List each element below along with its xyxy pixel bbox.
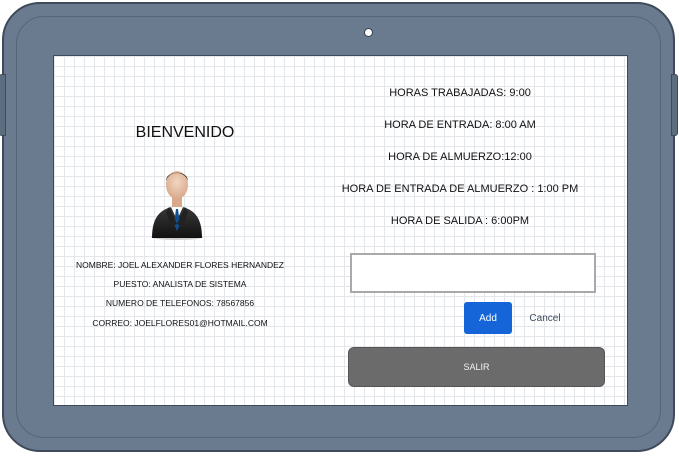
side-button-left: [0, 74, 6, 136]
side-button-right: [671, 74, 678, 136]
screen: BIENVENIDO NOMBRE: JOEL ALEXANDER FLORES…: [53, 55, 628, 406]
hora-entrada-almuerzo: HORA DE ENTRADA DE ALMUERZO : 1:00 PM: [341, 183, 579, 195]
salir-button[interactable]: SALIR: [348, 347, 605, 387]
camera-icon: [364, 28, 373, 37]
welcome-title: BIENVENIDO: [135, 124, 235, 141]
hora-salida: HORA DE SALIDA : 6:00PM: [390, 215, 530, 227]
hora-almuerzo: HORA DE ALMUERZO:12:00: [388, 151, 532, 163]
profile-correo: CORREO: JOELFLORES01@HOTMAIL.COM: [92, 318, 268, 328]
profile-nombre: NOMBRE: JOEL ALEXANDER FLORES HERNANDEZ: [76, 260, 284, 270]
hora-entrada: HORA DE ENTRADA: 8:00 AM: [384, 119, 536, 131]
profile-telefono: NUMERO DE TELEFONOS: 78567856: [105, 298, 255, 308]
user-avatar-icon: [149, 164, 205, 240]
horas-trabajadas: HORAS TRABAJADAS: 9:00: [389, 87, 531, 99]
text-input[interactable]: [350, 253, 596, 293]
add-button[interactable]: Add: [464, 302, 512, 334]
profile-puesto: PUESTO: ANALISTA DE SISTEMA: [113, 279, 247, 289]
cancel-button[interactable]: Cancel: [520, 302, 570, 334]
